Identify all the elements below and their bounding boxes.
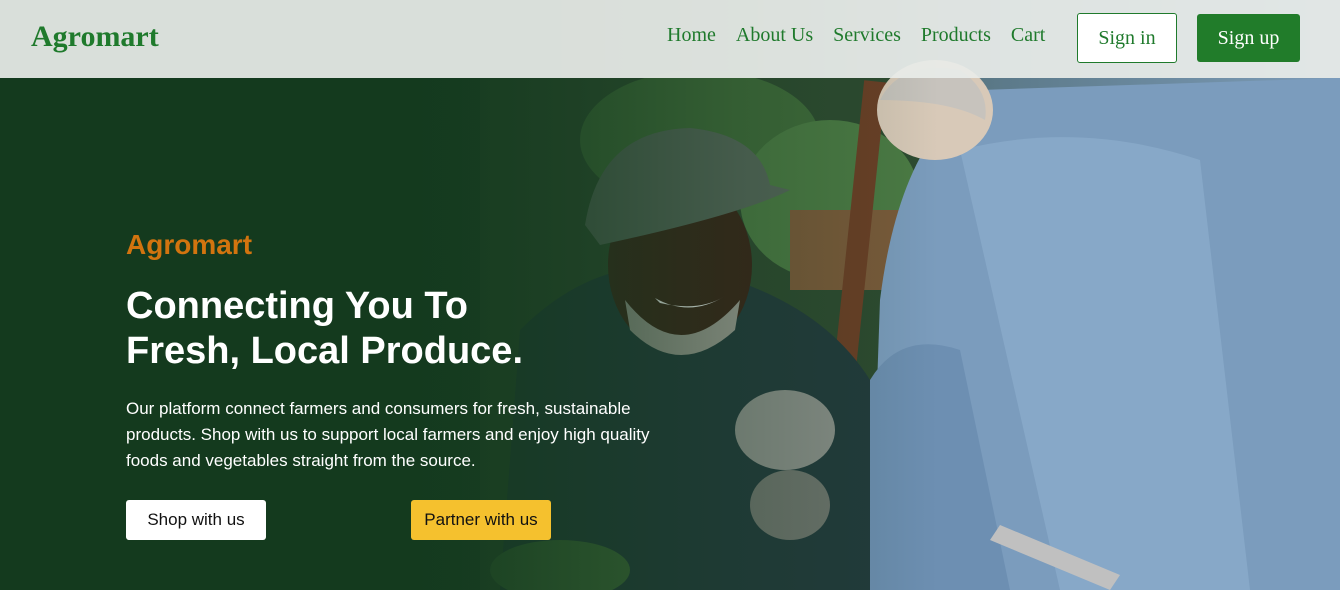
nav-links: Home About Us Services Products Cart (667, 24, 1045, 47)
sign-up-button[interactable]: Sign up (1197, 14, 1300, 62)
partner-with-us-button[interactable]: Partner with us (411, 500, 551, 540)
nav-link-home[interactable]: Home (667, 24, 716, 47)
hero-headline-line-2: Fresh, Local Produce. (126, 330, 523, 372)
hero-description: Our platform connect farmers and consume… (126, 399, 650, 470)
hero-eyebrow: Agromart (126, 229, 253, 260)
navbar: Agromart Home About Us Services Products… (0, 0, 1340, 78)
nav-link-cart[interactable]: Cart (1011, 24, 1045, 47)
hero-headline-line-1: Connecting You To (126, 285, 468, 327)
nav-link-services[interactable]: Services (833, 24, 901, 47)
hero-headline: Connecting You To Fresh, Local Produce. (126, 284, 686, 374)
nav-link-products[interactable]: Products (921, 24, 991, 47)
nav-link-about-us[interactable]: About Us (736, 24, 813, 47)
shop-with-us-button[interactable]: Shop with us (126, 500, 266, 540)
brand-logo[interactable]: Agromart (31, 20, 159, 54)
hero-content: Agromart Connecting You To Fresh, Local … (126, 228, 686, 474)
sign-in-button[interactable]: Sign in (1077, 13, 1177, 63)
